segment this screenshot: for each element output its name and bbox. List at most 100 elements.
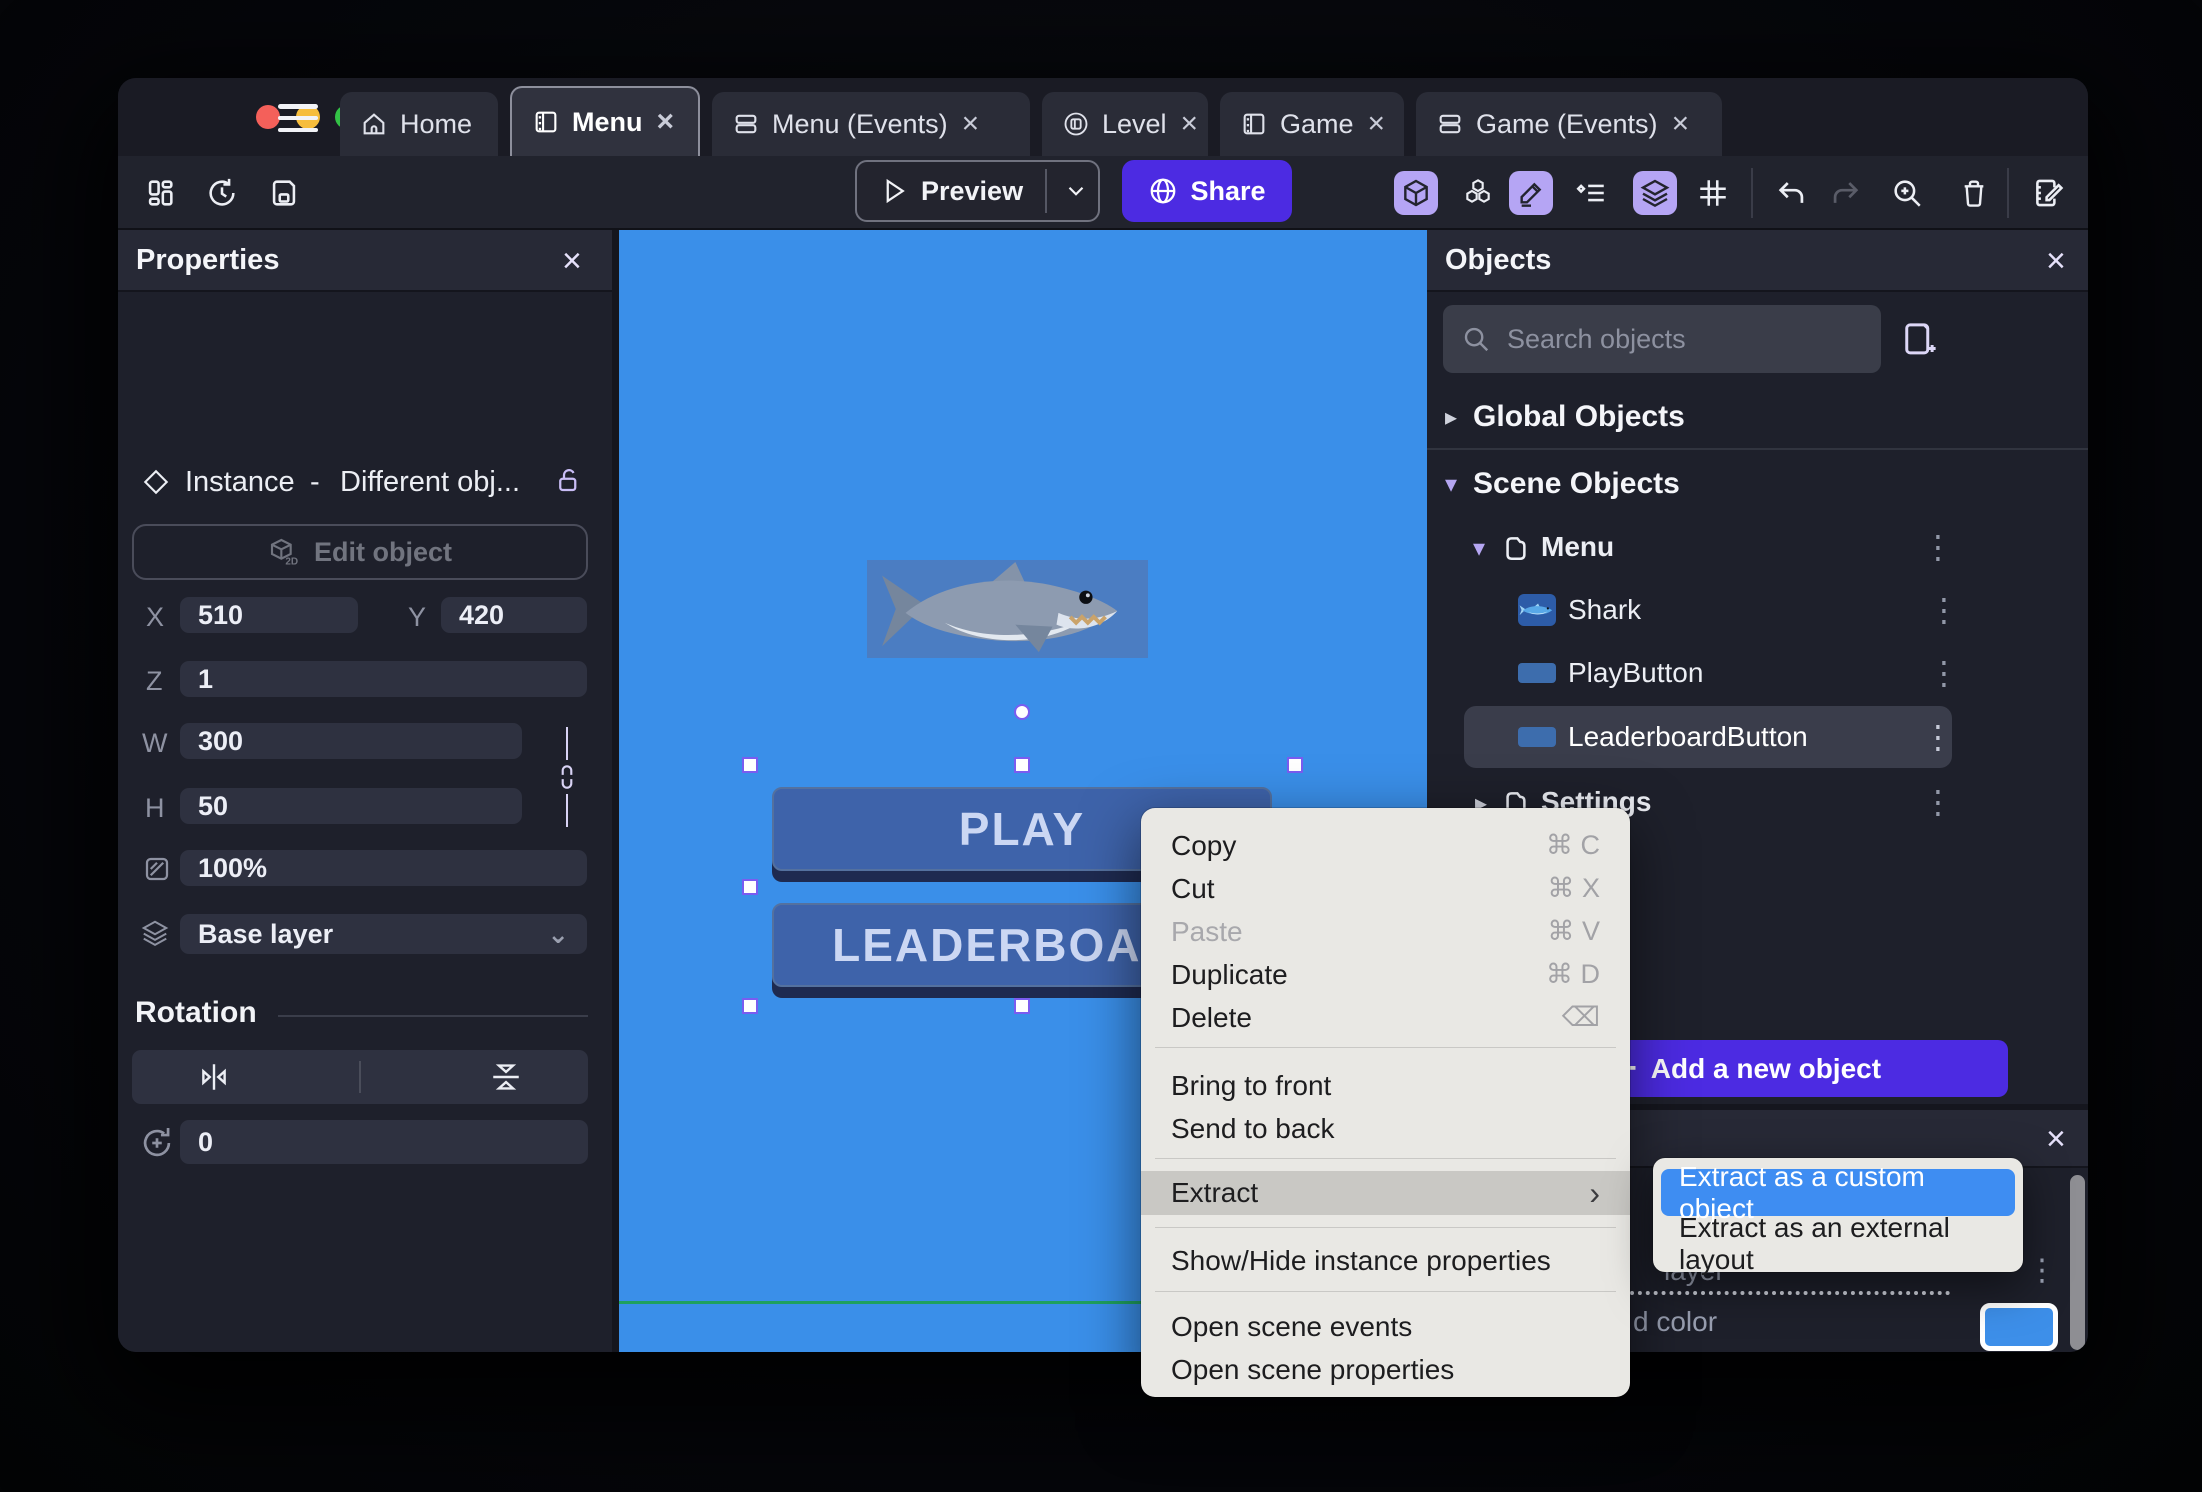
kebab-menu-icon[interactable]: ⋮ xyxy=(1928,591,1960,629)
layers-icon xyxy=(1640,179,1670,208)
tree-row-playbutton[interactable]: PlayButton ⋮ xyxy=(1427,642,2088,705)
globe-icon xyxy=(1151,178,1176,204)
svg-text:2D: 2D xyxy=(285,557,298,568)
chevron-down-icon[interactable] xyxy=(1063,178,1089,204)
selection-handle[interactable] xyxy=(1014,757,1030,773)
unlock-icon[interactable] xyxy=(554,464,584,496)
tab-close-icon[interactable]: × xyxy=(962,107,980,141)
submenu-item-extract-external-layout[interactable]: Extract as an external layout xyxy=(1661,1212,2015,1275)
chevron-right-icon: ▸ xyxy=(1445,403,1458,431)
save-button[interactable] xyxy=(266,171,302,215)
add-folder-icon[interactable] xyxy=(1898,316,1940,360)
tab-close-icon[interactable]: × xyxy=(1672,107,1690,141)
selection-handle[interactable] xyxy=(742,757,758,773)
menu-item-label: Send to back xyxy=(1171,1112,1335,1144)
kebab-menu-icon[interactable]: ⋮ xyxy=(1922,528,1954,566)
flip-vertical-icon[interactable] xyxy=(488,1060,524,1094)
x-input[interactable] xyxy=(180,597,358,633)
global-objects-group[interactable]: ▸ Global Objects xyxy=(1427,391,2088,443)
tree-label: Shark xyxy=(1568,594,1642,625)
redo-button[interactable] xyxy=(1825,171,1865,215)
edit-object-button[interactable]: 2D Edit object xyxy=(132,524,588,580)
tree-row-menu-folder[interactable]: ▾ Menu ⋮ xyxy=(1427,516,2088,579)
zoom-button[interactable] xyxy=(1887,171,1927,215)
edit-scene-properties-button[interactable] xyxy=(2026,171,2070,215)
undo-button[interactable] xyxy=(1772,171,1812,215)
selection-handle[interactable] xyxy=(742,879,758,895)
close-icon[interactable]: × xyxy=(2046,1120,2066,1159)
divider xyxy=(1751,168,1753,218)
delete-button[interactable] xyxy=(1954,171,1994,215)
tab-label: Menu xyxy=(572,106,643,137)
properties-panel-toggle[interactable] xyxy=(1509,171,1553,215)
menu-shortcut: ⌘ V xyxy=(1547,916,1600,946)
tab-menu-events[interactable]: Menu (Events) × xyxy=(712,92,1030,156)
menu-item-delete[interactable]: Delete ⌫ xyxy=(1141,996,1630,1039)
tree-label: LeaderboardButton xyxy=(1568,721,1808,752)
menu-item-cut[interactable]: Cut ⌘ X xyxy=(1141,867,1630,910)
menu-item-send-to-back[interactable]: Send to back xyxy=(1141,1107,1630,1150)
w-input[interactable] xyxy=(180,723,522,759)
tree-row-shark[interactable]: Shark ⋮ xyxy=(1427,579,2088,642)
kebab-menu-icon[interactable]: ⋮ xyxy=(1922,718,1954,756)
layer-select[interactable]: Base layer ⌄ xyxy=(180,914,587,954)
toolbar: Preview Share xyxy=(118,156,2088,230)
h-input[interactable] xyxy=(180,788,522,824)
menu-item-copy[interactable]: Copy ⌘ C xyxy=(1141,824,1630,867)
tab-menu[interactable]: Menu × xyxy=(510,86,700,156)
cube-2d-icon: 2D xyxy=(270,538,298,568)
play-icon xyxy=(886,178,905,204)
link-chain-icon[interactable] xyxy=(554,762,580,792)
selection-handle[interactable] xyxy=(1014,998,1030,1014)
selection-handle[interactable] xyxy=(742,998,758,1014)
search-input[interactable] xyxy=(1505,322,1839,356)
kebab-menu-icon[interactable]: ⋮ xyxy=(1922,783,1954,821)
flip-horizontal-icon[interactable] xyxy=(196,1060,232,1094)
main-menu-icon[interactable] xyxy=(278,104,318,132)
menu-item-duplicate[interactable]: Duplicate ⌘ D xyxy=(1141,953,1630,996)
opacity-input[interactable] xyxy=(180,850,587,886)
panel-title: Objects xyxy=(1445,244,1552,276)
instances-list-button[interactable] xyxy=(1456,171,1500,215)
tab-level[interactable]: Level × xyxy=(1042,92,1208,156)
tab-home[interactable]: Home xyxy=(340,92,498,156)
history-button[interactable] xyxy=(204,171,240,215)
tab-close-icon[interactable]: × xyxy=(657,105,675,139)
menu-item-bring-to-front[interactable]: Bring to front xyxy=(1141,1064,1630,1107)
z-input[interactable] xyxy=(180,661,587,697)
kebab-menu-icon[interactable]: ⋮ xyxy=(2027,1253,2057,1288)
menu-item-show-hide-instance-properties[interactable]: Show/Hide instance properties xyxy=(1141,1239,1630,1282)
tab-game-events[interactable]: Game (Events) × xyxy=(1416,92,1722,156)
shark-sprite[interactable] xyxy=(867,560,1148,658)
tab-close-icon[interactable]: × xyxy=(1368,107,1386,141)
grid-button[interactable] xyxy=(1691,171,1735,215)
tab-game[interactable]: Game × xyxy=(1220,92,1404,156)
objects-panel-toggle[interactable] xyxy=(1394,171,1438,215)
tree-row-leaderboardbutton[interactable]: LeaderboardButton ⋮ xyxy=(1464,706,1954,768)
close-icon[interactable]: × xyxy=(2046,242,2066,281)
tab-close-icon[interactable]: × xyxy=(1181,107,1199,141)
y-input[interactable] xyxy=(441,597,587,633)
traffic-close-button[interactable] xyxy=(256,105,280,129)
events-icon xyxy=(735,114,757,134)
menu-shortcut: ⌘ C xyxy=(1546,830,1600,860)
selection-handle[interactable] xyxy=(1287,757,1303,773)
divider xyxy=(278,1015,588,1017)
preview-button[interactable]: Preview xyxy=(855,160,1100,222)
menu-item-open-scene-events[interactable]: Open scene events xyxy=(1141,1305,1630,1348)
rotation-input[interactable] xyxy=(180,1120,588,1164)
scene-objects-group[interactable]: ▾ Scene Objects xyxy=(1427,458,2088,510)
close-icon[interactable]: × xyxy=(562,242,582,281)
kebab-menu-icon[interactable]: ⋮ xyxy=(1928,654,1960,692)
share-button[interactable]: Share xyxy=(1122,160,1292,222)
layers-panel-toggle[interactable] xyxy=(1633,171,1677,215)
menu-item-open-scene-properties[interactable]: Open scene properties xyxy=(1141,1348,1630,1391)
instance-properties-button[interactable] xyxy=(1567,171,1615,215)
project-manager-button[interactable] xyxy=(142,171,178,215)
scrollbar-thumb[interactable] xyxy=(2070,1175,2085,1350)
menu-item-extract[interactable]: Extract › xyxy=(1141,1171,1630,1215)
search-box[interactable] xyxy=(1443,305,1881,373)
rotation-handle[interactable] xyxy=(1014,704,1030,720)
submenu-item-extract-custom-object[interactable]: Extract as a custom object xyxy=(1661,1161,2015,1224)
background-color-swatch[interactable] xyxy=(1980,1303,2058,1351)
